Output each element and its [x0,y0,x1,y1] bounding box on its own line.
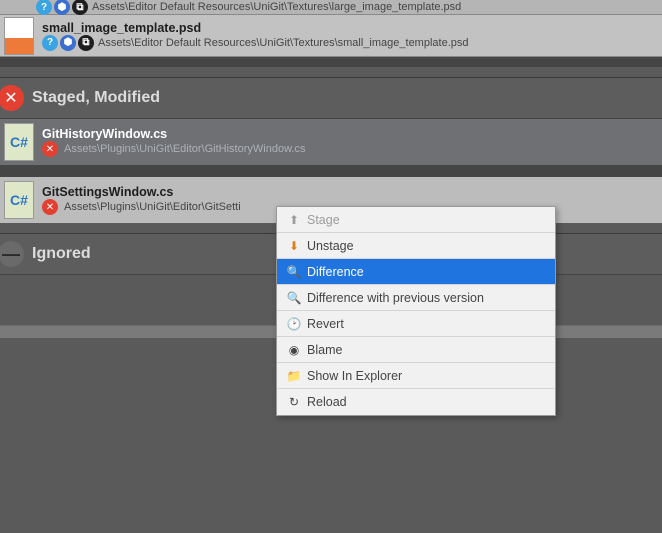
tag-icon[interactable]: ⧉ [72,0,88,15]
menu-reload[interactable]: ↻ Reload [277,389,555,415]
psd-thumb-icon [4,17,34,55]
menu-stage: ⬆ Stage [277,207,555,233]
divider [0,57,662,67]
status-x-icon[interactable]: ✕ [42,199,58,215]
file-row-partial[interactable]: ? ⬢ ⧉ Assets\Editor Default Resources\Un… [0,0,662,15]
section-title: Ignored [32,245,91,263]
section-title: Staged, Modified [32,89,160,107]
search-icon: 🔍 [287,265,301,279]
menu-label: Unstage [307,239,354,253]
arrow-up-icon: ⬆ [287,213,301,227]
file-path: Assets\Plugins\UniGit\Editor\GitHistoryW… [64,143,305,155]
menu-blame[interactable]: ◉ Blame [277,337,555,363]
menu-difference[interactable]: 🔍 Difference [277,259,555,285]
divider [0,165,662,177]
file-path: Assets\Plugins\UniGit\Editor\GitSetti [64,201,241,213]
info-icon[interactable]: ? [36,0,52,15]
eye-icon: ◉ [287,343,301,357]
menu-revert[interactable]: 🕑 Revert [277,311,555,337]
cube-icon[interactable]: ⬢ [60,35,76,51]
csharp-thumb-icon: C# [4,181,34,219]
file-text: small_image_template.psd ? ⬢ ⧉ Assets\Ed… [38,21,662,51]
file-path: Assets\Editor Default Resources\UniGit\T… [92,1,662,13]
info-icon[interactable]: ? [42,35,58,51]
search-icon: 🔍 [287,291,301,305]
tag-icon[interactable]: ⧉ [78,35,94,51]
menu-label: Blame [307,343,342,357]
folder-icon: 📁 [287,369,301,383]
ignored-icon: — [0,241,24,267]
file-path: Assets\Editor Default Resources\UniGit\T… [98,37,469,49]
file-icon-group: ? ⬢ ⧉ [36,0,88,15]
csharp-thumb-icon: C# [4,123,34,161]
modified-row-selected[interactable]: C# GitHistoryWindow.cs ✕ Assets\Plugins\… [0,119,662,165]
menu-label: Difference with previous version [307,291,484,305]
menu-unstage[interactable]: ⬇ Unstage [277,233,555,259]
file-icon-group: ? ⬢ ⧉ [42,35,94,51]
section-header-staged[interactable]: ✕ Staged, Modified [0,77,662,119]
file-name: small_image_template.psd [42,21,662,35]
arrow-down-icon: ⬇ [287,239,301,253]
clock-icon: 🕑 [287,317,301,331]
menu-label: Reload [307,395,347,409]
menu-label: Revert [307,317,344,331]
reload-icon: ↻ [287,395,301,409]
status-x-icon[interactable]: ✕ [42,141,58,157]
staged-icon: ✕ [0,85,24,111]
menu-label: Stage [307,213,340,227]
file-name: GitSettingsWindow.cs [42,185,662,199]
menu-diff-prev[interactable]: 🔍 Difference with previous version [277,285,555,311]
file-text: Assets\Editor Default Resources\UniGit\T… [88,1,662,13]
menu-label: Show In Explorer [307,369,402,383]
context-menu: ⬆ Stage ⬇ Unstage 🔍 Difference 🔍 Differe… [276,206,556,416]
file-name: GitHistoryWindow.cs [42,127,662,141]
menu-show-explorer[interactable]: 📁 Show In Explorer [277,363,555,389]
cube-icon[interactable]: ⬢ [54,0,70,15]
menu-label: Difference [307,265,364,279]
file-row[interactable]: small_image_template.psd ? ⬢ ⧉ Assets\Ed… [0,15,662,57]
